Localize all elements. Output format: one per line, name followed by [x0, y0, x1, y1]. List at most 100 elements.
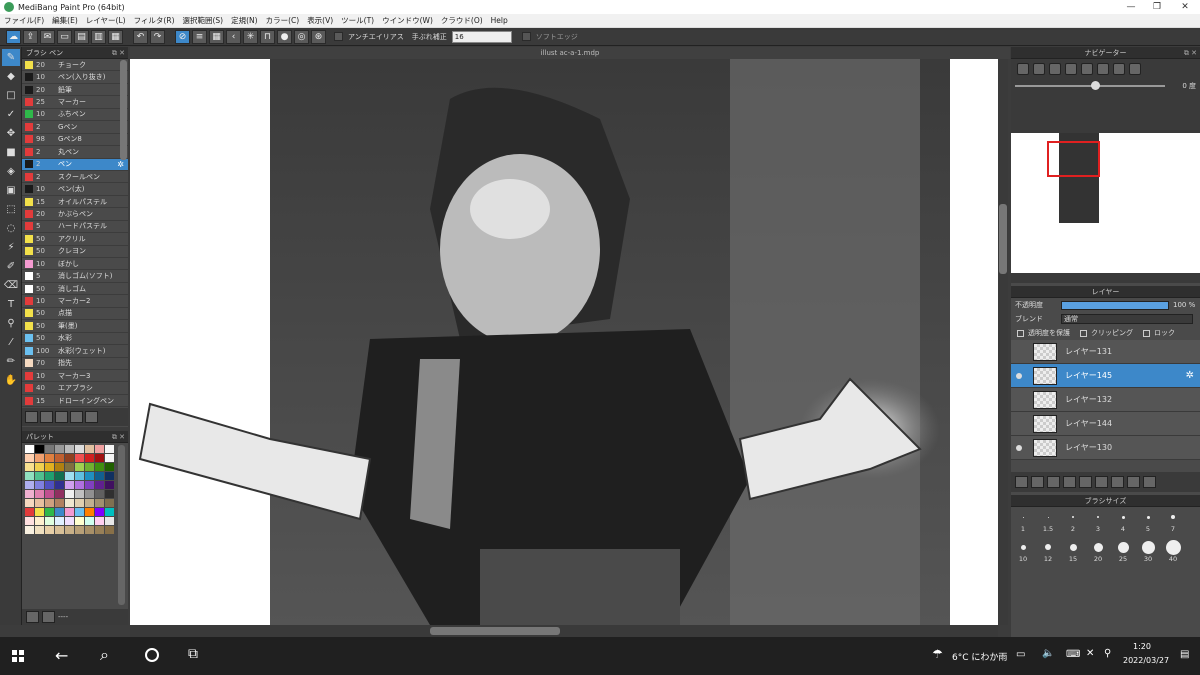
palette-swatch[interactable]	[55, 472, 64, 480]
palette-swatch[interactable]	[45, 481, 54, 489]
brush-item[interactable]: 5 消しゴム(ソフト)	[22, 270, 128, 283]
brush-item[interactable]: 15 ドローイングペン	[22, 395, 128, 408]
menu-file[interactable]: ファイル(F)	[0, 15, 48, 26]
palette-swatch[interactable]	[35, 490, 44, 498]
magic-wand-icon[interactable]: ⚡	[2, 239, 20, 256]
navigator-close-icon[interactable]: ⧉ ✕	[1184, 47, 1197, 59]
menu-filter[interactable]: フィルタ(R)	[130, 15, 179, 26]
palette-swatch[interactable]	[55, 490, 64, 498]
palette-swatch[interactable]	[95, 526, 104, 534]
menu-tool[interactable]: ツール(T)	[337, 15, 378, 26]
palette-swatch[interactable]	[35, 508, 44, 516]
palette-swatch[interactable]	[95, 481, 104, 489]
undo-icon[interactable]: ↶	[133, 29, 148, 44]
cloud-brush-icon[interactable]	[25, 411, 38, 423]
palette-swatch[interactable]	[55, 463, 64, 471]
palette-swatch[interactable]	[65, 517, 74, 525]
brush-item[interactable]: 50 消しゴム	[22, 283, 128, 296]
duplicate-icon[interactable]	[1111, 476, 1124, 488]
panel-close-icon[interactable]: ⧉ ✕	[112, 47, 125, 59]
zoom-out-icon[interactable]	[1065, 63, 1077, 75]
brush-menu-icon[interactable]	[55, 411, 68, 423]
palette-swatch[interactable]	[95, 490, 104, 498]
brush-item[interactable]: 98 Gペン8	[22, 134, 128, 147]
protect-checkbox[interactable]	[1017, 329, 1024, 337]
layer-row[interactable]: レイヤー130	[1011, 436, 1200, 460]
menu-cloud[interactable]: クラウド(O)	[437, 15, 487, 26]
blend-select[interactable]: 通常	[1061, 314, 1193, 324]
hand-tool-icon[interactable]: ✋	[2, 372, 20, 389]
palette-swatch[interactable]	[105, 508, 114, 516]
palette-swatch[interactable]	[105, 454, 114, 462]
palette-swatch[interactable]	[95, 454, 104, 462]
palette-swatch[interactable]	[85, 517, 94, 525]
cortana-icon[interactable]	[145, 648, 159, 662]
brush-folder-icon[interactable]	[85, 411, 98, 423]
ime-icon[interactable]: ⚲	[1104, 648, 1111, 659]
fit-icon[interactable]	[1049, 63, 1061, 75]
divide-tool-icon[interactable]: ⚲	[2, 315, 20, 332]
palette-swatch[interactable]	[55, 481, 64, 489]
palette-swatch[interactable]	[65, 472, 74, 480]
brush-size-dot[interactable]	[1171, 515, 1175, 519]
brush-size-dot[interactable]	[1117, 541, 1129, 553]
weather-text[interactable]: 6°C にわか雨	[952, 650, 1007, 663]
palette-swatch[interactable]	[45, 454, 54, 462]
canvas[interactable]	[130, 59, 998, 625]
palette-swatch[interactable]	[45, 463, 54, 471]
share-icon[interactable]: ⇪	[23, 29, 38, 44]
hscroll-thumb[interactable]	[430, 627, 560, 635]
brush-item[interactable]: 100 水彩(ウェット)	[22, 345, 128, 358]
palette-swatch[interactable]	[95, 499, 104, 507]
zoom-in-icon[interactable]	[1033, 63, 1045, 75]
palette-swatch[interactable]	[55, 526, 64, 534]
stabilizer-select[interactable]: 16	[451, 30, 512, 43]
palette-swatch[interactable]	[75, 508, 84, 516]
palette-swatch[interactable]	[75, 454, 84, 462]
snap-settings-icon[interactable]: ⊛	[311, 29, 326, 44]
palette-swatch[interactable]	[45, 508, 54, 516]
new-halftone-layer-icon[interactable]	[1031, 476, 1044, 488]
brush-item[interactable]: 50 水彩	[22, 333, 128, 346]
palette-swatch[interactable]	[75, 526, 84, 534]
palette-swatch[interactable]	[75, 481, 84, 489]
brush-item[interactable]: 50 筆(墨)	[22, 320, 128, 333]
palette-swatch[interactable]	[85, 454, 94, 462]
snap-vanish-icon[interactable]: ‹	[226, 29, 241, 44]
brush-item[interactable]: 20 鉛筆	[22, 84, 128, 97]
palette-swatch[interactable]	[85, 463, 94, 471]
brush-item[interactable]: 50 クレヨン	[22, 246, 128, 258]
palette-swatch[interactable]	[25, 445, 34, 453]
brush-item[interactable]: 10 ペン(太)	[22, 183, 128, 196]
brush-item[interactable]: 2 丸ペン	[22, 146, 128, 159]
layer-row[interactable]: レイヤー131	[1011, 340, 1200, 364]
palette-swatch[interactable]	[45, 517, 54, 525]
snap-circle-icon[interactable]: ●	[277, 29, 292, 44]
palette-swatch[interactable]	[85, 508, 94, 516]
reset-icon[interactable]	[1097, 63, 1109, 75]
palette-swatch[interactable]	[105, 490, 114, 498]
palette-swatch[interactable]	[35, 454, 44, 462]
palette-swatch[interactable]	[75, 517, 84, 525]
palette-swatch[interactable]	[85, 445, 94, 453]
menu-selection[interactable]: 選択範囲(S)	[179, 15, 228, 26]
palette-swatch[interactable]	[45, 472, 54, 480]
palette-swatch[interactable]	[95, 445, 104, 453]
brush-size-dot[interactable]	[1069, 543, 1077, 551]
brush-item[interactable]: 50 アクリル	[22, 233, 128, 246]
menu-view[interactable]: 表示(V)	[303, 15, 337, 26]
add-brush-icon[interactable]	[40, 411, 53, 423]
start-icon[interactable]	[12, 650, 24, 662]
brush-size-dot[interactable]	[1146, 515, 1150, 519]
brush-size-dot[interactable]	[1020, 544, 1026, 550]
canvas-vertical-scrollbar[interactable]	[998, 59, 1008, 625]
soft-edge-checkbox[interactable]	[521, 32, 531, 41]
palette-swatch[interactable]	[85, 481, 94, 489]
palette-swatch[interactable]	[95, 517, 104, 525]
palette-swatch[interactable]	[35, 526, 44, 534]
brush-item[interactable]: 5 ハードパステル	[22, 221, 128, 234]
palette-swatch[interactable]	[75, 463, 84, 471]
select-pen-icon[interactable]: ✐	[2, 258, 20, 275]
palette-swatch[interactable]	[55, 454, 64, 462]
palette-swatch[interactable]	[55, 517, 64, 525]
